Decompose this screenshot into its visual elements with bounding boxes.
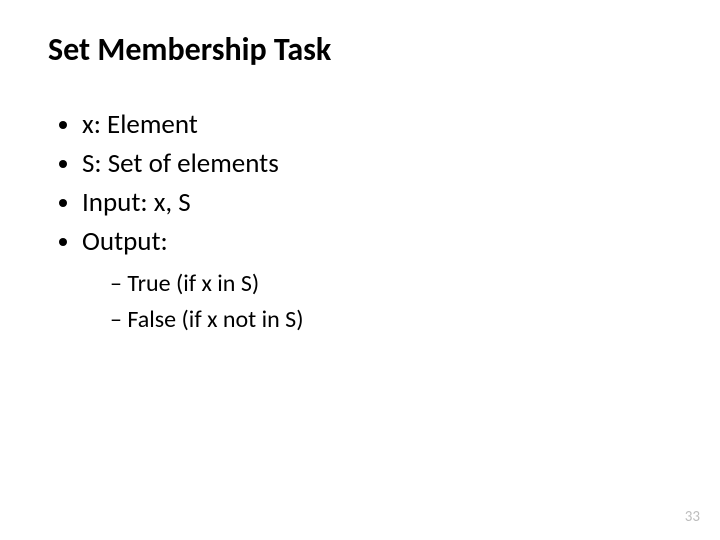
list-item: Input: x, S [82,183,672,222]
list-item: x: Element [82,105,672,144]
list-item: S: Set of elements [82,144,672,183]
sub-list-item: True (if x in S) [110,266,672,302]
slide: Set Membership Task x: Element S: Set of… [0,0,720,540]
list-item-label: Output: [82,225,168,258]
sub-list-item: False (if x not in S) [110,302,672,338]
page-number: 33 [685,508,700,526]
slide-title: Set Membership Task [48,30,672,69]
sub-bullet-list: True (if x in S) False (if x not in S) [82,266,672,338]
list-item: Output: True (if x in S) False (if x not… [82,222,672,337]
bullet-list: x: Element S: Set of elements Input: x, … [48,105,672,338]
